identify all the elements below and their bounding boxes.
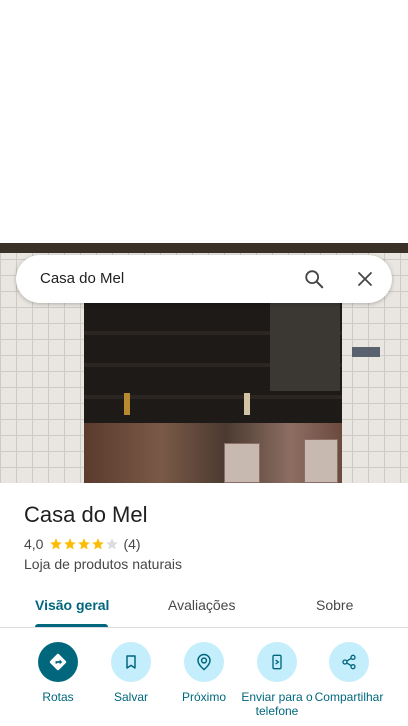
share-icon xyxy=(329,642,369,682)
product-box xyxy=(304,439,338,483)
review-count[interactable]: (4) xyxy=(123,536,140,552)
nearby-icon xyxy=(184,642,224,682)
share-button[interactable]: Compartilhar xyxy=(312,642,386,704)
shop-front xyxy=(84,301,342,483)
star-icon xyxy=(50,538,63,550)
share-label: Compartilhar xyxy=(314,690,384,704)
save-label: Salvar xyxy=(113,690,148,704)
search-query[interactable]: Casa do Mel xyxy=(40,270,124,287)
save-button[interactable]: Salvar xyxy=(94,642,168,704)
shop-interior xyxy=(270,301,340,391)
rating-stars xyxy=(49,537,119,551)
map-blank-area xyxy=(0,0,408,243)
send-to-phone-button[interactable]: Enviar para o telefone xyxy=(240,642,314,718)
active-tab-indicator xyxy=(35,624,108,627)
star-icon xyxy=(78,538,91,550)
bottle xyxy=(124,393,130,415)
bookmark-icon xyxy=(111,642,151,682)
directions-icon xyxy=(38,642,78,682)
directions-button[interactable]: Rotas xyxy=(21,642,95,704)
awning xyxy=(0,243,408,253)
close-icon[interactable] xyxy=(351,265,379,293)
rating-value: 4,0 xyxy=(24,536,44,552)
wall-sign xyxy=(352,347,380,357)
place-title: Casa do Mel xyxy=(24,502,148,527)
tab-reviews[interactable]: Avaliações xyxy=(168,597,235,613)
send-to-phone-icon xyxy=(257,642,297,682)
tab-bar: Visão geral Avaliações Sobre xyxy=(0,585,408,628)
shelf xyxy=(84,395,342,399)
tab-overview[interactable]: Visão geral xyxy=(35,597,109,613)
nearby-label: Próximo xyxy=(181,690,226,704)
send-to-phone-label: Enviar para o telefone xyxy=(241,690,313,718)
star-icon xyxy=(64,538,77,550)
rating-row[interactable]: 4,0 (4) xyxy=(24,535,141,553)
place-category: Loja de produtos naturais xyxy=(24,556,182,572)
search-bar[interactable]: Casa do Mel xyxy=(16,255,392,303)
action-bar: Rotas Salvar Próximo Enviar para o telef… xyxy=(0,638,408,726)
nearby-button[interactable]: Próximo xyxy=(167,642,241,704)
tab-about[interactable]: Sobre xyxy=(316,597,353,613)
star-empty-icon xyxy=(106,538,119,550)
product-box xyxy=(224,443,260,483)
star-icon xyxy=(92,538,105,550)
bottle xyxy=(244,393,250,415)
products-display xyxy=(84,423,342,483)
search-icon[interactable] xyxy=(300,265,328,293)
directions-label: Rotas xyxy=(42,690,74,704)
